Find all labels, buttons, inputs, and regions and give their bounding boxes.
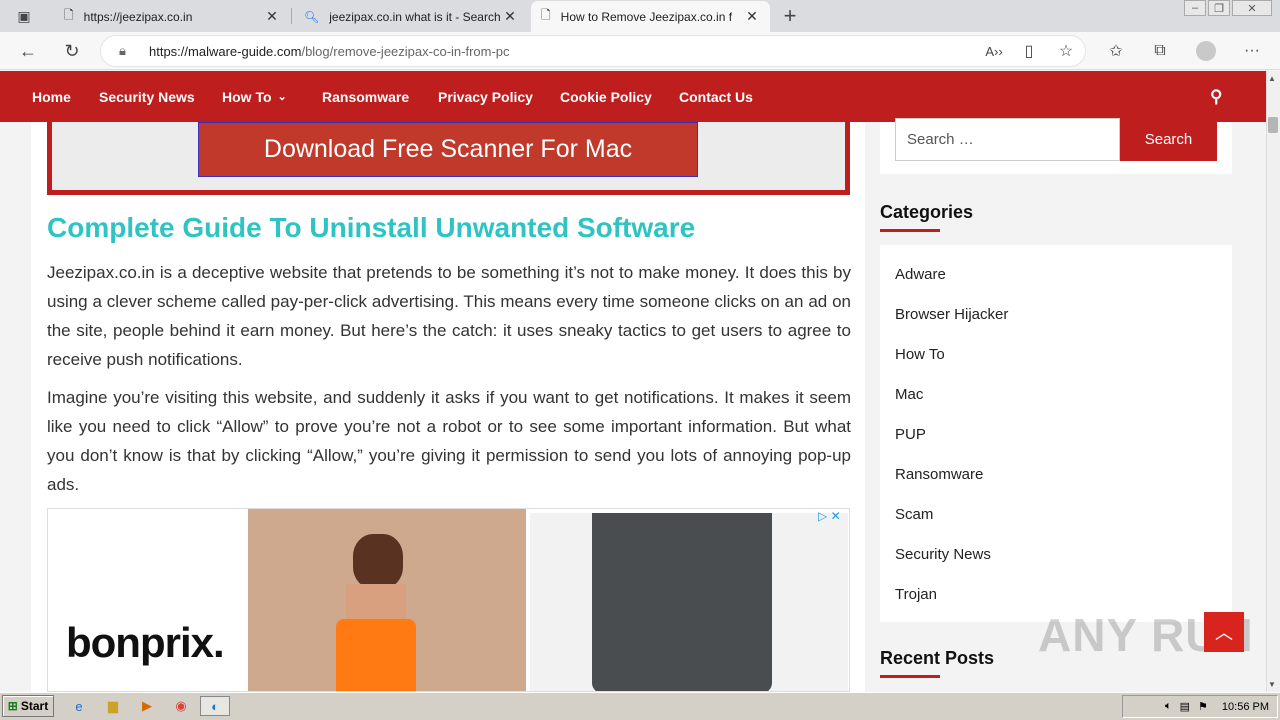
volume-icon[interactable]: 🔈︎ [1165, 700, 1172, 713]
search-icon[interactable]: ⚲ [1210, 71, 1222, 122]
restore-icon[interactable]: ❐ [1208, 0, 1230, 16]
windows-logo-icon: ⊞ [7, 699, 18, 713]
nav-privacy-policy[interactable]: Privacy Policy [438, 71, 533, 122]
category-link[interactable]: Adware [895, 266, 946, 283]
tab-separator [291, 8, 292, 24]
new-tab-icon[interactable]: + [776, 3, 804, 29]
category-link[interactable]: Scam [895, 506, 933, 523]
nav-how-to[interactable]: How To ⌄ [222, 71, 287, 122]
collections-icon[interactable]: ⧉ [1146, 38, 1174, 64]
category-link[interactable]: How To [895, 346, 945, 363]
article-paragraph: Imagine you’re visiting this website, an… [47, 388, 851, 494]
ad-image-dress [248, 509, 526, 691]
page-icon: 🗋 [64, 8, 74, 22]
close-window-icon[interactable]: ✕ [1232, 0, 1272, 16]
explorer-icon[interactable]: ▆ [100, 696, 126, 716]
url-host: https://malware-guide.com [149, 43, 302, 59]
close-icon[interactable]: ✕ [264, 8, 280, 25]
edge-icon[interactable]: ◐ [200, 696, 230, 716]
flag-icon[interactable]: ⚑ [1198, 700, 1208, 713]
ie-icon[interactable]: e [66, 696, 92, 716]
nav-security-news[interactable]: Security News [99, 71, 195, 122]
avatar[interactable] [1192, 38, 1220, 64]
read-aloud-icon[interactable]: A›› [980, 38, 1008, 64]
advertisement[interactable]: bonprix. ▷ ✕ [47, 508, 850, 692]
recent-posts-title: Recent Posts [880, 648, 995, 668]
nav-home[interactable]: Home [32, 71, 71, 122]
category-link[interactable]: Trojan [895, 586, 937, 603]
clock: 10:56 PM [1221, 700, 1269, 713]
add-favorite-icon[interactable]: ☆ [1052, 38, 1080, 64]
search-icon: 🔍︎ [304, 9, 320, 24]
category-link[interactable]: PUP [895, 426, 926, 443]
ad-choices-icon[interactable]: ▷ ✕ [818, 509, 841, 523]
nav-ransomware[interactable]: Ransomware [322, 71, 409, 122]
category-link[interactable]: Ransomware [895, 466, 983, 483]
nav-cookie-policy[interactable]: Cookie Policy [560, 71, 652, 122]
download-scanner-button[interactable]: Download Free Scanner For Mac [198, 122, 698, 177]
favorites-icon[interactable]: ✩ [1102, 38, 1130, 64]
tab-how-to-remove[interactable]: 🗋 How to Remove Jeezipax.co.in f ✕ [531, 1, 770, 32]
ad-brand: bonprix. [66, 619, 225, 666]
chevron-up-icon: ︿ [1215, 623, 1233, 643]
chevron-down-icon: ⌄ [277, 91, 287, 103]
category-link[interactable]: Security News [895, 546, 991, 563]
url-path: /blog/remove-jeezipax-co-in-from-pc [301, 43, 510, 59]
close-icon[interactable]: ✕ [744, 8, 760, 25]
scroll-to-top-button[interactable]: ︿ [1204, 612, 1244, 652]
close-icon[interactable]: ✕ [502, 8, 518, 25]
lock-icon: 🔒︎ [119, 43, 126, 58]
scroll-down-icon[interactable]: ▼ [1268, 680, 1276, 689]
scrollbar-thumb[interactable] [1268, 117, 1278, 133]
article-paragraph: Jeezipax.co.in is a deceptive website th… [47, 263, 851, 369]
tab-jeezipax[interactable]: 🗋 https://jeezipax.co.in ✕ [54, 1, 290, 32]
network-icon[interactable]: ▤ [1180, 700, 1190, 713]
page-icon: 🗋 [541, 8, 551, 22]
media-player-icon[interactable]: ▶ [134, 696, 160, 716]
more-options-icon[interactable]: ··· [1238, 38, 1266, 64]
system-tray: 🔈︎ ▤ ⚑ 10:56 PM [1122, 695, 1278, 718]
title-underline [880, 229, 940, 232]
back-icon[interactable]: ← [14, 38, 42, 64]
chrome-icon[interactable]: ◉ [168, 696, 194, 716]
page-scrollbar[interactable] [1266, 71, 1280, 692]
tab-actions-icon[interactable]: ▣ [10, 3, 38, 29]
search-button[interactable]: Search [1120, 118, 1217, 161]
address-bar[interactable]: 🔒︎ https://malware-guide.com/blog/remove… [100, 35, 1086, 67]
refresh-icon[interactable]: ↻ [58, 38, 86, 64]
category-link[interactable]: Mac [895, 386, 923, 403]
nav-contact-us[interactable]: Contact Us [679, 71, 753, 122]
minimize-icon[interactable]: – [1184, 0, 1206, 16]
ad-image-pants [530, 513, 848, 691]
category-link[interactable]: Browser Hijacker [895, 306, 1008, 323]
title-underline [880, 675, 940, 678]
scroll-up-icon[interactable]: ▲ [1268, 74, 1276, 83]
categories-title: Categories [880, 202, 974, 222]
categories-list [880, 245, 1232, 622]
immersive-reader-icon[interactable]: ▯ [1015, 38, 1043, 64]
start-button[interactable]: ⊞ Start [2, 695, 54, 717]
tab-search[interactable]: 🔍︎ jeezipax.co.in what is it - Search ✕ [294, 1, 528, 32]
article-heading: Complete Guide To Uninstall Unwanted Sof… [47, 212, 696, 243]
search-input[interactable]: Search … [895, 118, 1120, 161]
